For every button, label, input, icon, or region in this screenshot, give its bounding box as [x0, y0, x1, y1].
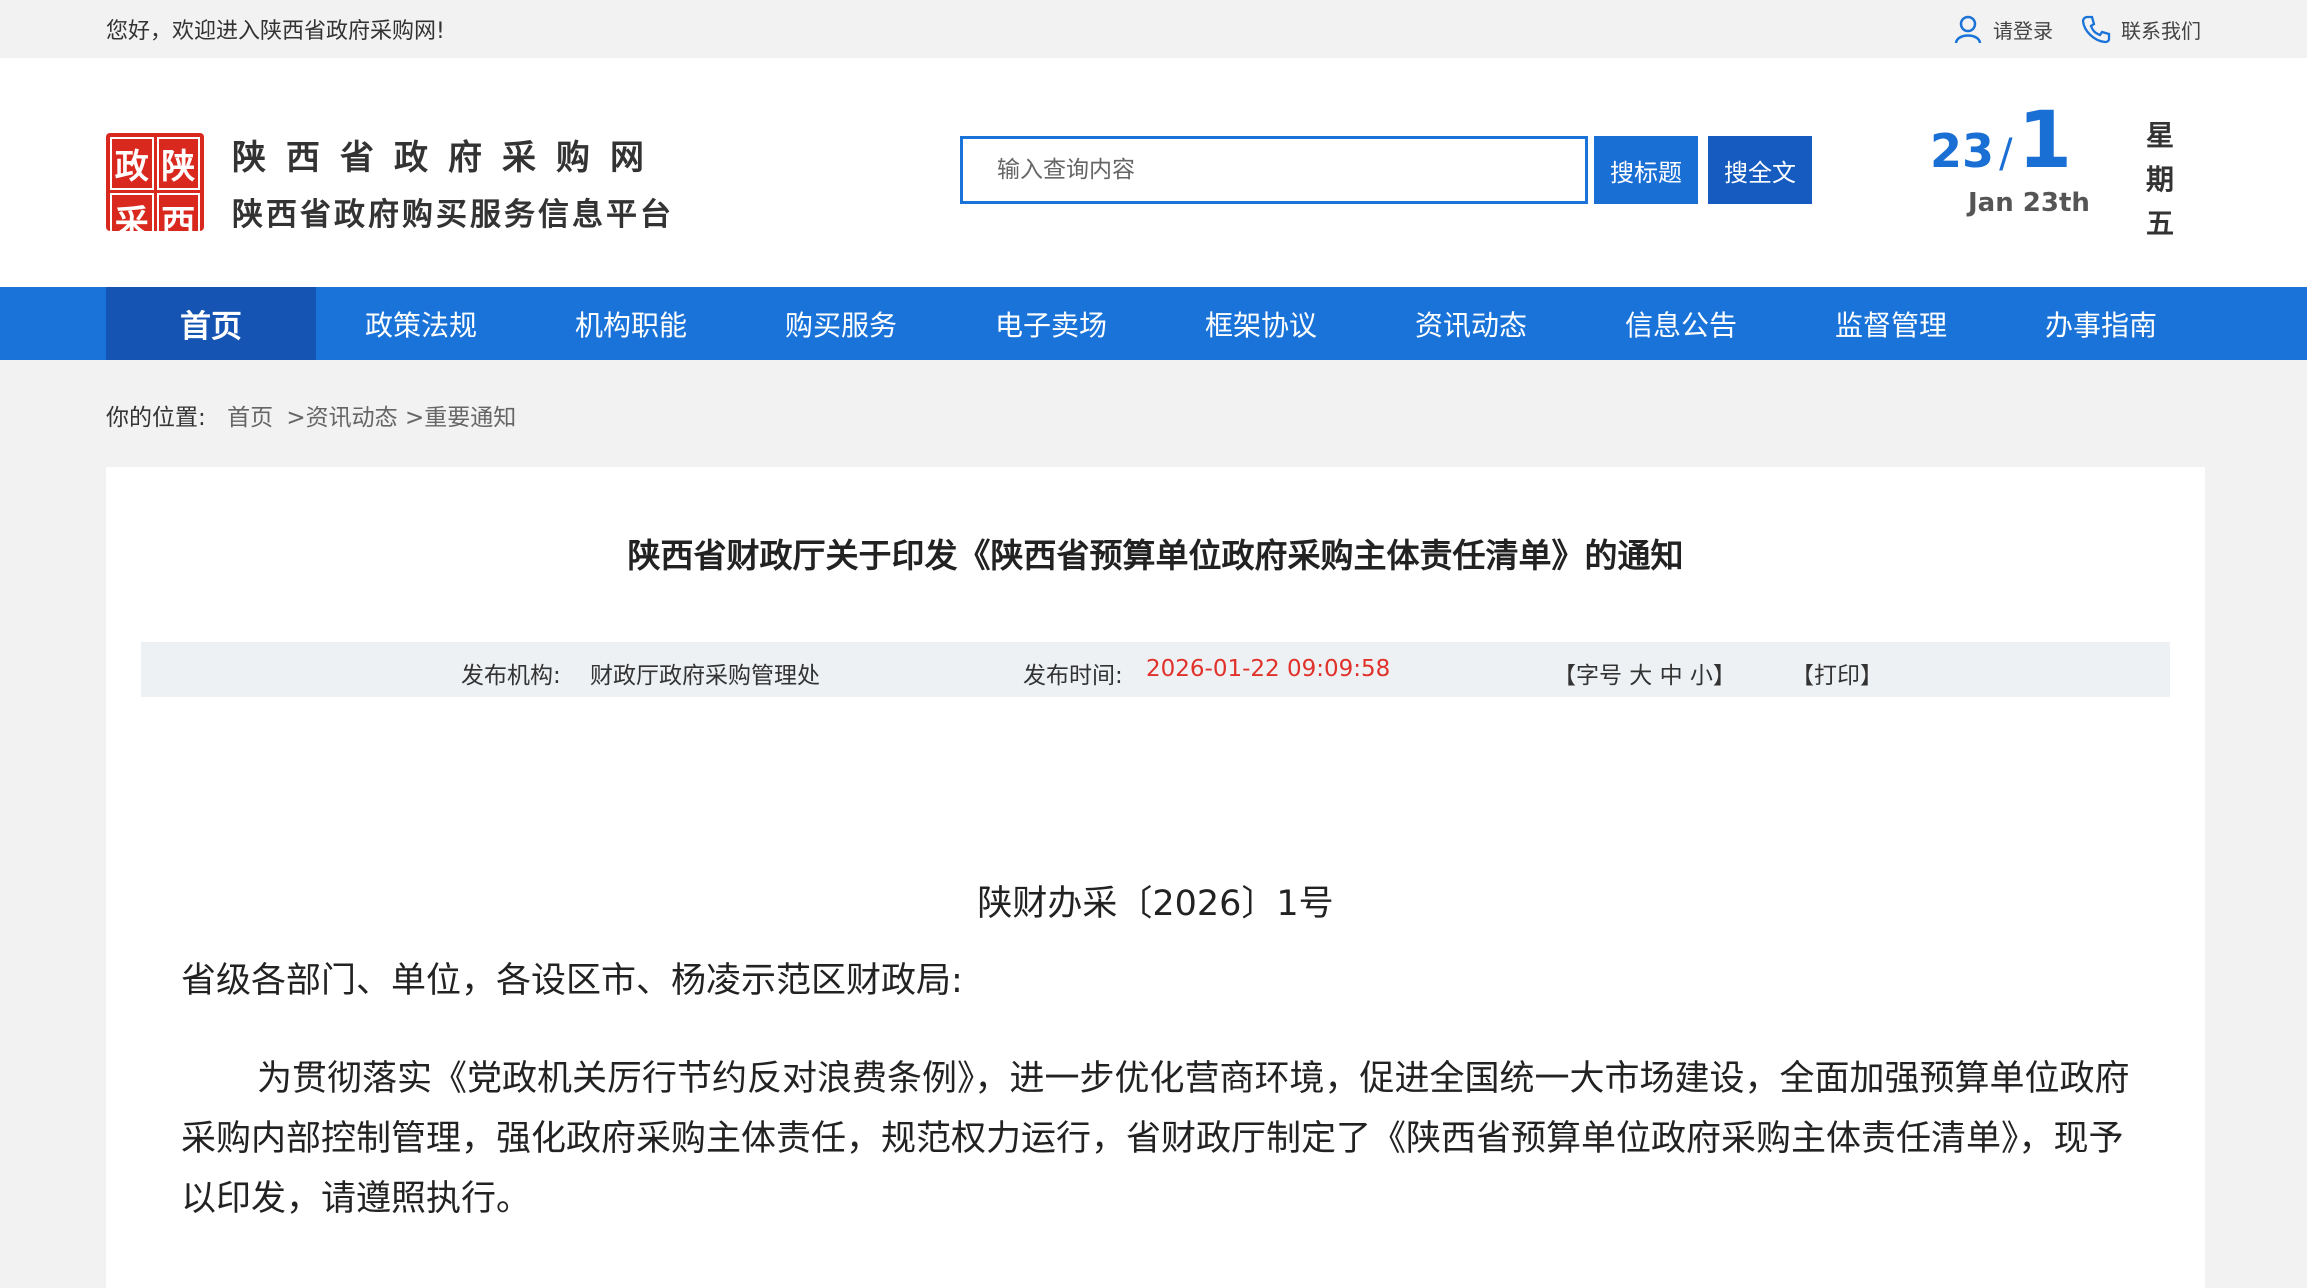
- article-panel: 陕西省财政厅关于印发《陕西省预算单位政府采购主体责任清单》的通知 发布机构: 财…: [106, 467, 2205, 1288]
- nav-item-announcements[interactable]: 信息公告: [1576, 287, 1786, 360]
- logo-mark: 政 陕 采 西: [106, 133, 204, 246]
- publish-time-value: 2026-01-22 09:09:58: [1146, 656, 1391, 682]
- breadcrumb-notices[interactable]: >重要通知: [405, 405, 516, 431]
- weekday-char: 五: [2146, 207, 2175, 240]
- publisher-label: 发布机构:: [461, 663, 561, 689]
- nav-item-news[interactable]: 资讯动态: [1366, 287, 1576, 360]
- contact-label: 联系我们: [2121, 18, 2201, 43]
- print-button[interactable]: 【打印】: [1791, 656, 1883, 690]
- date-slash: /: [1999, 131, 2013, 177]
- logo-char: 政: [110, 137, 154, 190]
- logo-char: 西: [156, 193, 200, 246]
- nav-item-supervision[interactable]: 监督管理: [1786, 287, 1996, 360]
- logo-char: 采: [110, 193, 154, 246]
- salutation: 省级各部门、单位，各设区市、杨凌示范区财政局:: [181, 961, 963, 1001]
- weekday-display: 星 期 五: [2146, 114, 2176, 246]
- nav-item-framework[interactable]: 框架协议: [1156, 287, 1366, 360]
- logo-char: 陕: [156, 137, 200, 190]
- font-size-control[interactable]: 【字号 大 中 小】: [1553, 656, 1736, 690]
- site-subtitle: 陕西省政府购买服务信息平台: [232, 197, 674, 233]
- login-label: 请登录: [1993, 18, 2053, 43]
- weekday-char: 期: [2146, 163, 2175, 196]
- date-day: 23: [1930, 124, 1995, 178]
- login-link[interactable]: 请登录: [1953, 14, 2053, 44]
- breadcrumb-news[interactable]: >资讯动态: [286, 405, 397, 431]
- site-header: 政 陕 采 西 陕西省政府采购网 陕西省政府购买服务信息平台 搜标题 搜全文 2…: [0, 58, 2307, 287]
- search-bar: 搜标题 搜全文: [960, 136, 1812, 204]
- publish-time-label: 发布时间:: [1023, 663, 1123, 689]
- site-title: 陕西省政府采购网: [232, 138, 664, 178]
- phone-icon: [2081, 14, 2111, 44]
- nav-item-functions[interactable]: 机构职能: [526, 287, 736, 360]
- breadcrumb-label: 你的位置:: [106, 405, 206, 431]
- nav-item-policy[interactable]: 政策法规: [316, 287, 526, 360]
- contact-link[interactable]: 联系我们: [2081, 14, 2201, 44]
- article-title: 陕西省财政厅关于印发《陕西省预算单位政府采购主体责任清单》的通知: [627, 536, 1684, 575]
- publisher-value: 财政厅政府采购管理处: [590, 663, 820, 689]
- document-number: 陕财办采〔2026〕1号: [977, 884, 1334, 924]
- search-fulltext-button[interactable]: 搜全文: [1708, 136, 1812, 204]
- weekday-char: 星: [2146, 119, 2175, 152]
- date-month: 1: [2017, 96, 2072, 186]
- top-bar: 您好，欢迎进入陕西省政府采购网! 请登录 联系我们: [0, 0, 2307, 58]
- nav-item-purchase-service[interactable]: 购买服务: [736, 287, 946, 360]
- logo-text: 陕西省政府采购网 陕西省政府购买服务信息平台: [232, 130, 674, 234]
- article-meta: 发布机构: 财政厅政府采购管理处 发布时间: 2026-01-22 09:09:…: [141, 642, 2170, 697]
- search-title-button[interactable]: 搜标题: [1594, 136, 1698, 204]
- breadcrumb-home[interactable]: 首页: [227, 405, 273, 431]
- breadcrumb: 你的位置: 首页 >资讯动态 >重要通知: [106, 398, 516, 432]
- nav-item-home[interactable]: 首页: [106, 287, 316, 360]
- site-logo[interactable]: 政 陕 采 西 陕西省政府采购网 陕西省政府购买服务信息平台: [106, 130, 674, 246]
- nav-item-e-mall[interactable]: 电子卖场: [946, 287, 1156, 360]
- main-nav: 首页 政策法规 机构职能 购买服务 电子卖场 框架协议 资讯动态 信息公告 监督…: [0, 287, 2307, 360]
- search-input[interactable]: [960, 136, 1588, 204]
- welcome-text: 您好，欢迎进入陕西省政府采购网!: [106, 19, 445, 44]
- nav-item-guide[interactable]: 办事指南: [1996, 287, 2206, 360]
- user-icon: [1953, 14, 1983, 44]
- date-english: Jan 23th: [1968, 188, 2090, 218]
- date-display: 23 / 1 Jan 23th: [1930, 96, 2170, 218]
- top-links: 请登录 联系我们: [1953, 14, 2201, 44]
- article-body: 为贯彻落实《党政机关厉行节约反对浪费条例》，进一步优化营商环境，促进全国统一大市…: [181, 1059, 2130, 1219]
